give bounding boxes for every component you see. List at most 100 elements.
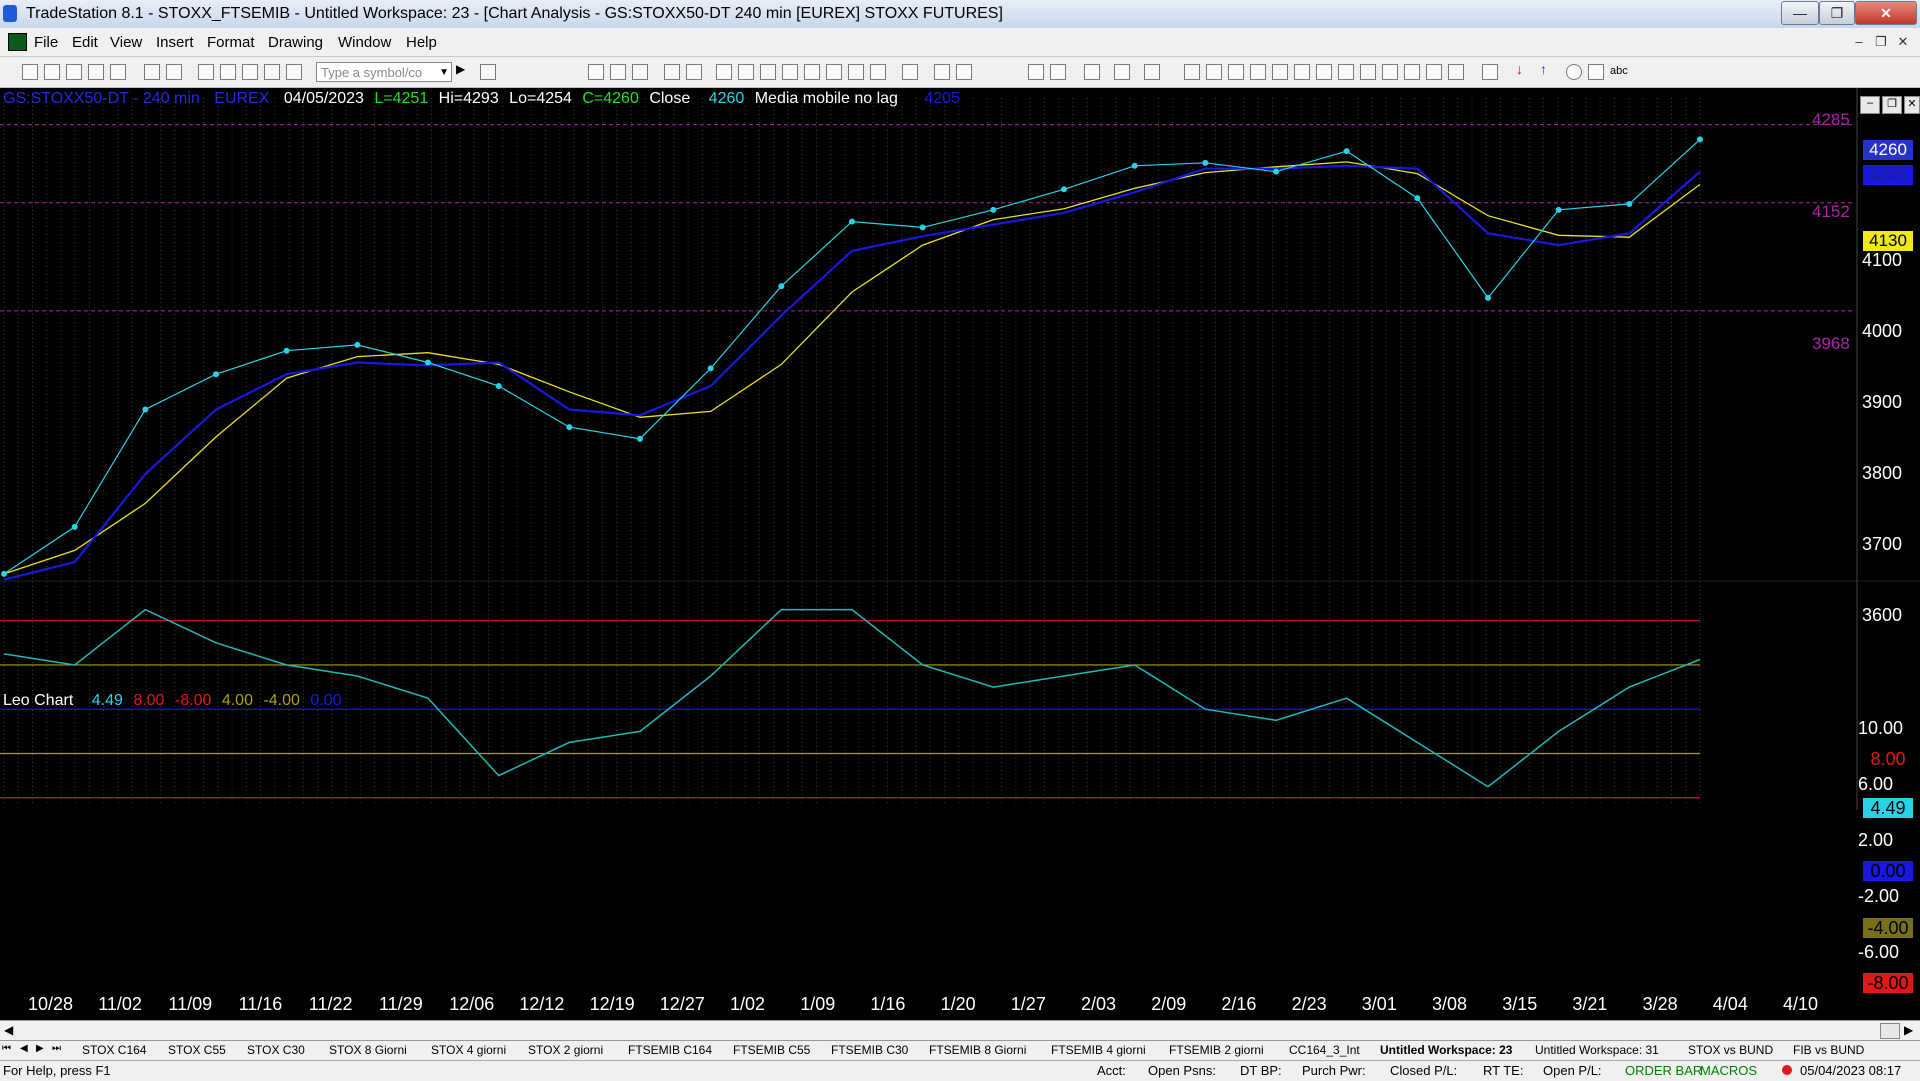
open-icon[interactable] <box>44 64 60 80</box>
bar-chart-icon[interactable] <box>716 64 732 80</box>
data-window-icon[interactable] <box>804 64 820 80</box>
tab-cc164-3-int[interactable]: CC164_3_Int <box>1289 1043 1360 1057</box>
print-icon[interactable] <box>166 64 182 80</box>
pencil-icon[interactable] <box>1448 64 1464 80</box>
menu-insert[interactable]: Insert <box>156 34 194 51</box>
tab-ftsemib-2-giorni[interactable]: FTSEMIB 2 giorni <box>1169 1043 1264 1057</box>
new-icon[interactable] <box>22 64 38 80</box>
rectangle-icon[interactable] <box>1588 64 1604 80</box>
strategy-icon[interactable] <box>686 64 702 80</box>
tab-nav-prev-icon[interactable]: ◀ <box>20 1043 28 1054</box>
mdi-minimize-icon[interactable]: – <box>1850 34 1868 50</box>
arrow-up-icon[interactable]: ↑ <box>1540 61 1554 77</box>
menu-edit[interactable]: Edit <box>72 34 98 51</box>
zoom-in-icon[interactable] <box>934 64 950 80</box>
tab-nav-first-icon[interactable]: ⏮ <box>2 1043 11 1054</box>
maximize-button[interactable]: ❐ <box>1819 1 1855 25</box>
menu-view[interactable]: View <box>110 34 142 51</box>
tab-stox-vs-bund[interactable]: STOX vs BUND <box>1688 1043 1773 1057</box>
minimize-button[interactable]: — <box>1781 1 1819 25</box>
matrix-icon[interactable] <box>632 64 648 80</box>
arrow-line-icon[interactable] <box>1382 64 1398 80</box>
color-icon[interactable] <box>264 64 280 80</box>
menu-format[interactable]: Format <box>207 34 255 51</box>
tab-ftsemib-c30[interactable]: FTSEMIB C30 <box>831 1043 908 1057</box>
tools-icon[interactable] <box>1084 64 1100 80</box>
alert-icon[interactable] <box>1144 64 1160 80</box>
pointer-icon[interactable] <box>1028 64 1044 80</box>
indicator-icon[interactable] <box>664 64 680 80</box>
tab-nav-last-icon[interactable]: ⏭ <box>52 1043 61 1054</box>
pane-close-icon[interactable]: ✕ <box>1904 96 1920 114</box>
save-icon[interactable] <box>66 64 82 80</box>
ellipse-icon[interactable] <box>1566 64 1582 80</box>
order-bar-button[interactable]: ORDER BAR <box>1625 1063 1702 1078</box>
radar-screen-icon[interactable] <box>610 64 626 80</box>
symbol-lookup-icon[interactable] <box>480 64 496 80</box>
trendline-icon[interactable] <box>1184 64 1200 80</box>
scroll-thumb[interactable] <box>1880 1023 1900 1039</box>
tab-ftsemib-c164[interactable]: FTSEMIB C164 <box>628 1043 712 1057</box>
tab-untitled-workspace-23[interactable]: Untitled Workspace: 23 <box>1380 1043 1512 1057</box>
new-workspace-icon[interactable] <box>88 64 104 80</box>
window-cascade-icon[interactable] <box>220 64 236 80</box>
horizontal-scrollbar[interactable]: ◀ ▶ <box>0 1020 1920 1041</box>
tab-stox-4-giorni[interactable]: STOX 4 giorni <box>431 1043 506 1057</box>
tab-stox-c164[interactable]: STOX C164 <box>82 1043 146 1057</box>
pane-minimize-icon[interactable]: – <box>1860 96 1880 114</box>
fibonacci-icon[interactable] <box>1316 64 1332 80</box>
tab-ftsemib-c55[interactable]: FTSEMIB C55 <box>733 1043 810 1057</box>
scroll-left-icon[interactable]: ◀ <box>4 1023 13 1037</box>
text-tool-icon[interactable]: abc <box>1610 65 1640 79</box>
window-tile-icon[interactable] <box>198 64 214 80</box>
parallel-lines-icon[interactable] <box>1404 64 1420 80</box>
print-preview-icon[interactable] <box>144 64 160 80</box>
gann-fan-icon[interactable] <box>1294 64 1310 80</box>
format-icon[interactable] <box>760 64 776 80</box>
curve-icon[interactable] <box>1482 64 1498 80</box>
tab-stox-8-giorni[interactable]: STOX 8 Giorni <box>329 1043 407 1057</box>
compress-icon[interactable] <box>902 64 918 80</box>
spread-icon[interactable] <box>826 64 842 80</box>
chart-analysis-icon[interactable] <box>588 64 604 80</box>
menu-drawing[interactable]: Drawing <box>268 34 323 51</box>
dropdown-arrow-icon[interactable]: ▼ <box>439 63 449 83</box>
arrow-down-icon[interactable]: ↓ <box>1516 61 1530 77</box>
channel-icon[interactable] <box>1250 64 1266 80</box>
refresh-icon[interactable] <box>738 64 754 80</box>
expand-icon[interactable] <box>870 64 886 80</box>
fib-arc-icon[interactable] <box>1426 64 1442 80</box>
menu-help[interactable]: Help <box>406 34 437 51</box>
vertical-line-icon[interactable] <box>1206 64 1222 80</box>
fib-retracement-icon[interactable] <box>1360 64 1376 80</box>
tab-stox-c30[interactable]: STOX C30 <box>247 1043 305 1057</box>
speed-line-icon[interactable] <box>1272 64 1288 80</box>
tab-nav-next-icon[interactable]: ▶ <box>36 1043 44 1054</box>
tab-stox-2-giorni[interactable]: STOX 2 giorni <box>528 1043 603 1057</box>
candle-icon[interactable] <box>782 64 798 80</box>
chart-analysis-window[interactable]: GS:STOXX50-DT - 240 min EUREX 04/05/2023… <box>0 88 1920 1020</box>
macros-button[interactable]: MACROS <box>1700 1063 1757 1078</box>
tab-ftsemib-4-giorni[interactable]: FTSEMIB 4 giorni <box>1051 1043 1146 1057</box>
tab-stox-c55[interactable]: STOX C55 <box>168 1043 226 1057</box>
cursor-icon[interactable] <box>1050 64 1066 80</box>
symbol-input[interactable]: Type a symbol/co ▼ <box>316 62 452 82</box>
tab-ftsemib-8-giorni[interactable]: FTSEMIB 8 Giorni <box>929 1043 1026 1057</box>
order-icon[interactable] <box>1114 64 1130 80</box>
globe-icon[interactable] <box>286 64 302 80</box>
tab-untitled-workspace-31[interactable]: Untitled Workspace: 31 <box>1535 1043 1659 1057</box>
play-arrow-icon[interactable]: ▶ <box>456 62 470 76</box>
close-button[interactable]: ✕ <box>1855 1 1917 25</box>
zoom-out-icon[interactable] <box>956 64 972 80</box>
lock-icon[interactable] <box>242 64 258 80</box>
menu-file[interactable]: File <box>34 34 58 51</box>
pane-restore-icon[interactable]: ❐ <box>1882 96 1902 114</box>
andrews-pitchfork-icon[interactable] <box>1338 64 1354 80</box>
mdi-restore-icon[interactable]: ❐ <box>1872 34 1890 50</box>
scroll-right-icon[interactable]: ▶ <box>1904 1023 1913 1037</box>
horizontal-line-icon[interactable] <box>1228 64 1244 80</box>
menu-window[interactable]: Window <box>338 34 391 51</box>
open-workspace-icon[interactable] <box>110 64 126 80</box>
tab-fib-vs-bund[interactable]: FIB vs BUND <box>1793 1043 1864 1057</box>
volume-icon[interactable] <box>848 64 864 80</box>
